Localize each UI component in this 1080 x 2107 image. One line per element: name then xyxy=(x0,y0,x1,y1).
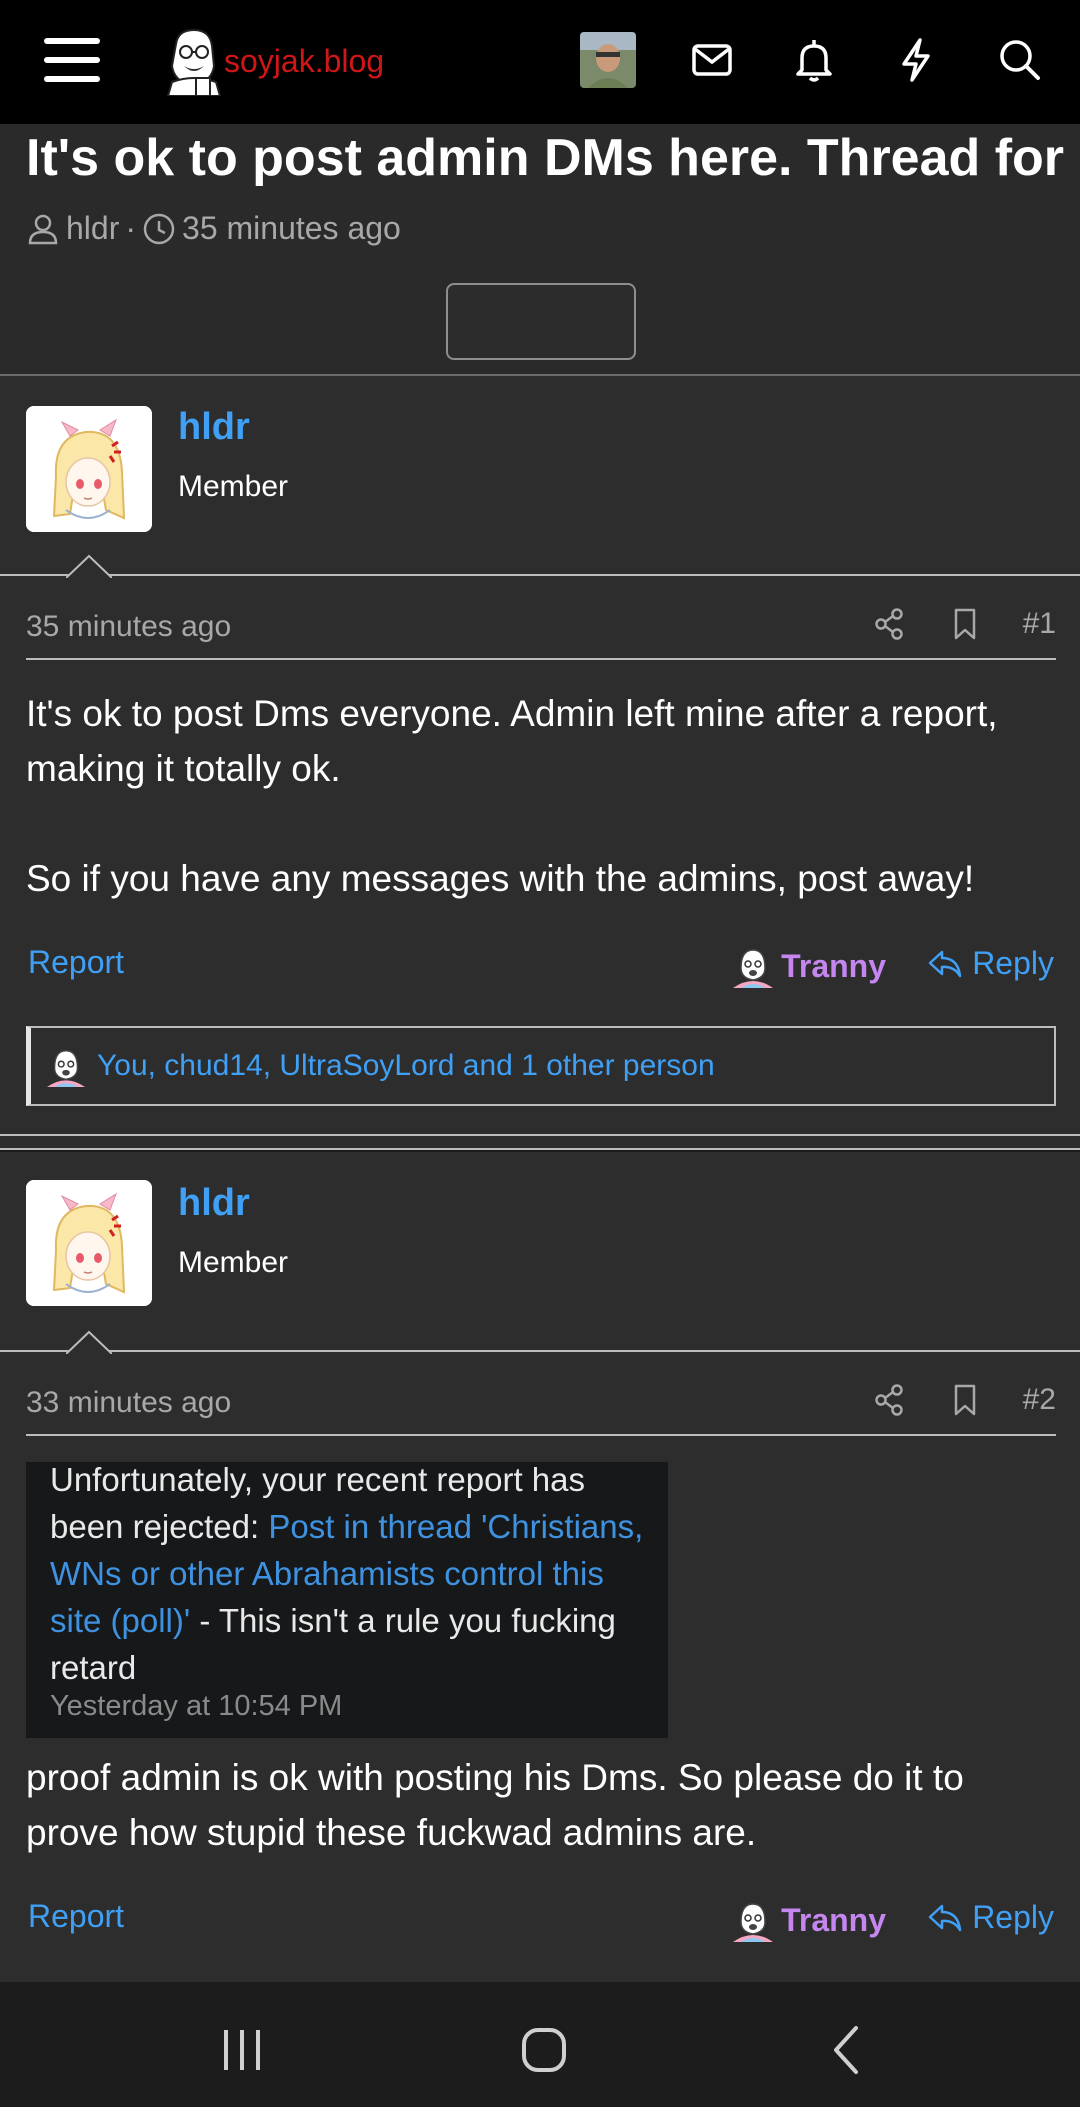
reply-label: Reply xyxy=(972,944,1054,981)
reaction-button[interactable]: Tranny xyxy=(731,1898,886,1942)
recent-apps-icon[interactable] xyxy=(212,2020,272,2080)
report-link[interactable]: Report xyxy=(28,944,124,981)
post-header-divider xyxy=(26,658,1056,660)
thread-meta: hldr · 35 minutes ago xyxy=(26,210,401,247)
post-user-block: hldr Member xyxy=(0,1152,1080,1352)
reactions-summary[interactable]: You, chud14, UltraSoyLord and 1 other pe… xyxy=(26,1026,1056,1106)
reaction-label: Tranny xyxy=(781,1901,886,1938)
share-icon[interactable] xyxy=(871,606,907,642)
post-user-block: hldr Member xyxy=(0,376,1080,576)
post-body: It's ok to post Dms everyone. Admin left… xyxy=(26,686,1056,906)
post-username[interactable]: hldr xyxy=(178,1182,250,1225)
post-paragraph: proof admin is ok with posting his Dms. … xyxy=(26,1757,964,1853)
search-icon[interactable] xyxy=(994,34,1046,86)
back-icon[interactable] xyxy=(818,2020,878,2080)
post-username[interactable]: hldr xyxy=(178,406,250,449)
reply-label: Reply xyxy=(972,1898,1054,1935)
reaction-label: Tranny xyxy=(781,947,886,984)
system-navigation-bar xyxy=(0,1982,1080,2107)
home-icon[interactable] xyxy=(514,2020,574,2080)
meta-separator: · xyxy=(125,210,137,246)
user-icon xyxy=(26,212,60,246)
post-user-title: Member xyxy=(178,1246,289,1279)
report-link[interactable]: Report xyxy=(28,1898,124,1935)
post-header-divider xyxy=(26,1434,1056,1436)
attachment-timestamp: Yesterday at 10:54 PM xyxy=(50,1690,343,1722)
post-number[interactable]: #2 xyxy=(1023,1383,1056,1417)
soyjak-reaction-icon xyxy=(45,1045,87,1087)
thread-author[interactable]: hldr xyxy=(66,210,119,247)
soyjak-reaction-icon xyxy=(731,1898,775,1942)
post-2: hldr Member 33 minutes ago #2 Unfortunat… xyxy=(0,1152,1080,1982)
share-icon[interactable] xyxy=(871,1382,907,1418)
user-avatar[interactable] xyxy=(580,32,636,88)
post-paragraph: It's ok to post Dms everyone. Admin left… xyxy=(26,693,998,789)
post-pointer-arrow xyxy=(66,554,112,578)
post-footer: Report Tranny Reply xyxy=(28,944,1054,988)
post-divider xyxy=(0,1134,1080,1150)
bell-icon[interactable] xyxy=(788,34,840,86)
site-logo[interactable]: soyjak.blog xyxy=(162,22,384,100)
site-name: soyjak.blog xyxy=(224,42,385,79)
thread-action-button[interactable] xyxy=(446,283,636,360)
post-footer: Report Tranny Reply xyxy=(28,1898,1054,1942)
post-user-title: Member xyxy=(178,470,289,503)
thread-header: It's ok to post admin DMs here. Thread f… xyxy=(0,124,1080,376)
thread-time[interactable]: 35 minutes ago xyxy=(182,210,401,247)
post-time[interactable]: 33 minutes ago xyxy=(26,1386,231,1420)
soyjak-reaction-icon xyxy=(731,944,775,988)
reply-button[interactable]: Reply xyxy=(926,1898,1054,1936)
post-paragraph: So if you have any messages with the adm… xyxy=(26,858,975,899)
reply-icon xyxy=(926,944,964,982)
reply-button[interactable]: Reply xyxy=(926,944,1054,982)
bookmark-icon[interactable] xyxy=(947,606,983,642)
soyjak-logo-icon xyxy=(162,26,222,96)
reaction-button[interactable]: Tranny xyxy=(731,944,886,988)
envelope-icon[interactable] xyxy=(686,34,738,86)
post-action-icons: #2 xyxy=(871,1382,1056,1418)
post-body: proof admin is ok with posting his Dms. … xyxy=(26,1750,1056,1860)
post-1: hldr Member 35 minutes ago #1 It's ok to… xyxy=(0,376,1080,1142)
post-time[interactable]: 35 minutes ago xyxy=(26,610,231,644)
reply-icon xyxy=(926,1898,964,1936)
reactions-text[interactable]: You, chud14, UltraSoyLord and 1 other pe… xyxy=(97,1049,715,1083)
thread-title: It's ok to post admin DMs here. Thread f… xyxy=(26,129,1080,187)
attachment-line: Unfortunately, your recent report has xyxy=(50,1462,585,1498)
attachment-message: Unfortunately, your recent report has be… xyxy=(50,1462,660,1691)
avatar[interactable] xyxy=(26,406,152,532)
post-pointer-arrow xyxy=(66,1330,112,1354)
top-navigation-bar: soyjak.blog xyxy=(0,0,1080,124)
bolt-icon[interactable] xyxy=(890,34,942,86)
bookmark-icon[interactable] xyxy=(947,1382,983,1418)
avatar[interactable] xyxy=(26,1180,152,1306)
hamburger-menu-icon[interactable] xyxy=(40,32,104,88)
post-action-icons: #1 xyxy=(871,606,1056,642)
clock-icon xyxy=(142,212,176,246)
attachment-prefix: been rejected: xyxy=(50,1508,269,1545)
post-number[interactable]: #1 xyxy=(1023,607,1056,641)
attached-screenshot[interactable]: Unfortunately, your recent report has be… xyxy=(26,1462,668,1738)
